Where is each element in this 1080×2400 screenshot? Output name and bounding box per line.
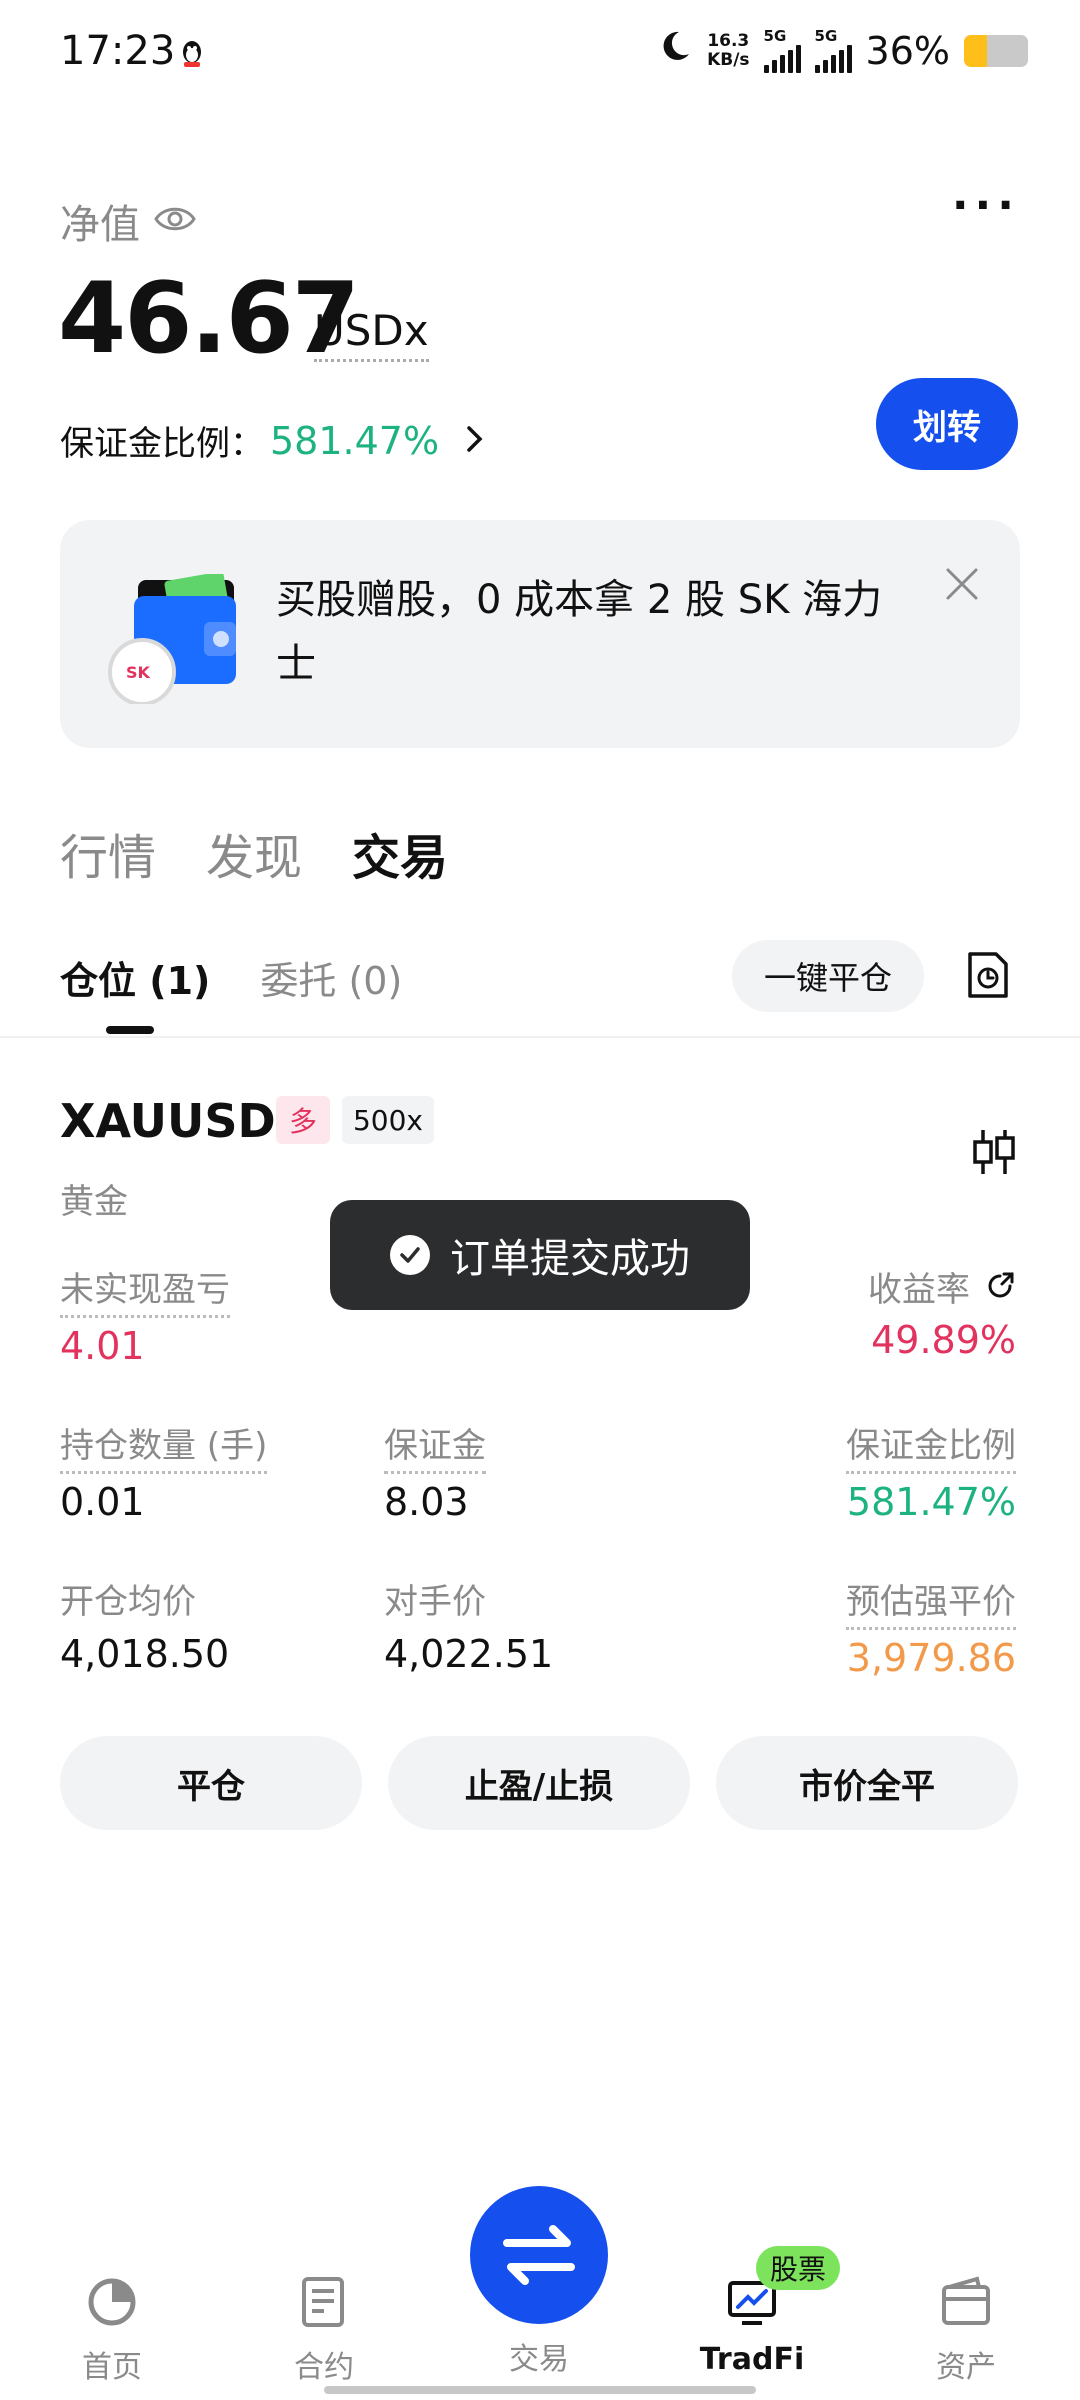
trade-fab-button[interactable] bbox=[470, 2186, 608, 2324]
tab-positions[interactable]: 仓位 (1) bbox=[60, 950, 210, 1005]
entry-price-label: 开仓均价 bbox=[60, 1582, 196, 1622]
order-history-icon[interactable] bbox=[966, 950, 1010, 1004]
stock-badge: 股票 bbox=[756, 2246, 840, 2290]
status-time: 17:23 bbox=[60, 28, 176, 74]
chevron-right-icon bbox=[465, 418, 485, 464]
transfer-button[interactable]: 划转 bbox=[876, 378, 1018, 470]
signal-bars-icon bbox=[814, 43, 852, 73]
long-tag: 多 bbox=[276, 1096, 330, 1144]
signal-1: 5G bbox=[763, 28, 801, 73]
currency-selector[interactable]: USDx bbox=[314, 306, 429, 362]
entry-price-value: 4,018.50 bbox=[60, 1632, 230, 1676]
home-indicator[interactable] bbox=[324, 2386, 756, 2394]
home-icon bbox=[52, 2270, 172, 2334]
candlestick-chart-icon[interactable] bbox=[970, 1124, 1018, 1184]
tab-trade[interactable]: 交易 bbox=[352, 818, 448, 888]
close-all-button[interactable]: 一键平仓 bbox=[732, 940, 924, 1012]
net-value-header: 净值 bbox=[60, 192, 196, 250]
wallet-promo-icon: SK bbox=[108, 571, 258, 708]
svg-text:SK: SK bbox=[126, 663, 151, 682]
wallet-icon bbox=[906, 2270, 1026, 2334]
roe-label: 收益率 bbox=[868, 1270, 970, 1310]
close-icon[interactable] bbox=[944, 566, 980, 606]
share-icon[interactable] bbox=[986, 1270, 1016, 1304]
sub-tabs: 仓位 (1) 委托 (0) bbox=[60, 950, 402, 1005]
tab-orders[interactable]: 委托 (0) bbox=[260, 950, 402, 1005]
unrealized-pnl-value: 4.01 bbox=[60, 1324, 145, 1368]
qq-notification-icon bbox=[178, 38, 206, 74]
battery-percent: 36% bbox=[865, 28, 950, 73]
margin-ratio-row[interactable]: 保证金比例： 581.47% bbox=[60, 416, 485, 465]
moon-icon bbox=[657, 28, 693, 73]
toast-notification: 订单提交成功 bbox=[330, 1200, 750, 1310]
net-value-label: 净值 bbox=[60, 202, 140, 248]
tab-discover[interactable]: 发现 bbox=[206, 818, 302, 888]
position-margin-ratio-label[interactable]: 保证金比例 bbox=[846, 1418, 1016, 1474]
divider bbox=[0, 1036, 1080, 1038]
position-name: 黄金 bbox=[60, 1182, 128, 1222]
more-options-icon[interactable]: ··· bbox=[952, 180, 1020, 231]
main-tabs: 行情 发现 交易 bbox=[60, 818, 448, 888]
nav-assets[interactable]: 资产 bbox=[906, 2270, 1026, 2386]
nav-home[interactable]: 首页 bbox=[52, 2270, 172, 2386]
close-position-button[interactable]: 平仓 bbox=[60, 1736, 362, 1830]
unrealized-pnl-label[interactable]: 未实现盈亏 bbox=[60, 1262, 230, 1318]
balance-value: 46.67 bbox=[58, 262, 360, 376]
network-speed: 16.3 KB/s bbox=[707, 30, 750, 70]
toast-text: 订单提交成功 bbox=[450, 1236, 690, 1282]
status-indicators: 16.3 KB/s 5G 5G 36% bbox=[657, 28, 1028, 73]
liquidation-price-label[interactable]: 预估强平价 bbox=[846, 1574, 1016, 1630]
mark-price-value: 4,022.51 bbox=[384, 1632, 554, 1676]
futures-icon bbox=[264, 2270, 384, 2334]
market-close-all-button[interactable]: 市价全平 bbox=[716, 1736, 1018, 1830]
swap-arrows-icon bbox=[503, 2225, 575, 2285]
mark-price-label: 对手价 bbox=[384, 1582, 486, 1622]
roe-header[interactable]: 收益率 bbox=[868, 1262, 1016, 1311]
eye-icon[interactable] bbox=[154, 198, 196, 244]
margin-label[interactable]: 保证金 bbox=[384, 1418, 486, 1474]
signal-bars-icon bbox=[763, 43, 801, 73]
roe-value: 49.89% bbox=[871, 1318, 1016, 1362]
position-size-label[interactable]: 持仓数量 (手) bbox=[60, 1418, 268, 1474]
active-tab-indicator bbox=[106, 1026, 154, 1034]
signal-2: 5G bbox=[814, 28, 852, 73]
promo-banner-text: 买股赠股，0 成本拿 2 股 SK 海力士 bbox=[276, 577, 883, 687]
promo-banner[interactable]: SK 买股赠股，0 成本拿 2 股 SK 海力士 bbox=[60, 520, 1020, 748]
position-size-value: 0.01 bbox=[60, 1480, 145, 1524]
leverage-tag[interactable]: 500x bbox=[342, 1096, 434, 1144]
margin-value: 8.03 bbox=[384, 1480, 469, 1524]
position-margin-ratio-value: 581.47% bbox=[846, 1480, 1016, 1524]
margin-ratio-value: 581.47% bbox=[270, 418, 440, 463]
tab-market[interactable]: 行情 bbox=[60, 818, 156, 888]
tp-sl-button[interactable]: 止盈/止损 bbox=[388, 1736, 690, 1830]
nav-trade-label[interactable]: 交易 bbox=[470, 2334, 608, 2378]
position-symbol[interactable]: XAUUSD bbox=[60, 1094, 276, 1148]
battery-icon bbox=[964, 34, 1028, 67]
liquidation-price-value: 3,979.86 bbox=[846, 1636, 1016, 1680]
check-icon bbox=[390, 1235, 430, 1275]
nav-futures[interactable]: 合约 bbox=[264, 2270, 384, 2386]
margin-ratio-label: 保证金比例： bbox=[60, 424, 264, 464]
